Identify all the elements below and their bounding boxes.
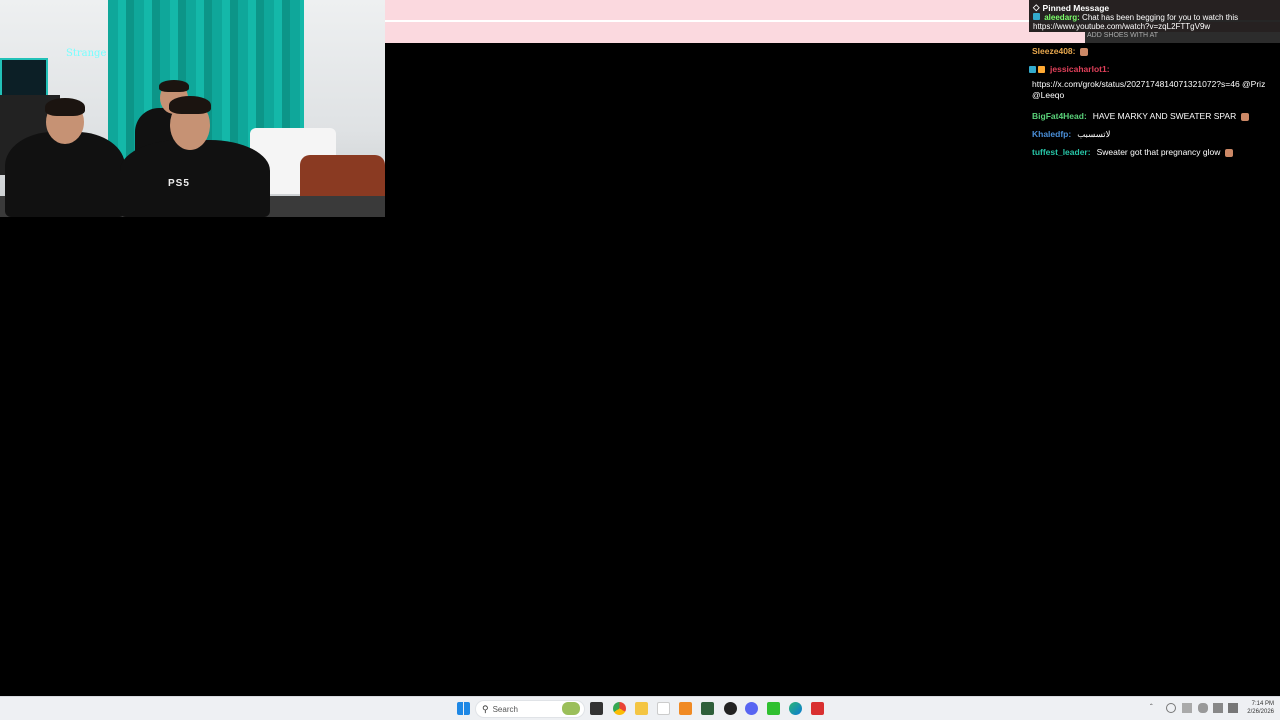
clock-date: 2/26/2026: [1247, 709, 1274, 715]
pinned-header: ◇ Pinned Message: [1033, 2, 1276, 13]
folder-icon[interactable]: [635, 702, 648, 715]
edge-icon[interactable]: [789, 702, 802, 715]
chat-username[interactable]: Sleeze408:: [1029, 45, 1079, 58]
app-red-icon[interactable]: [811, 702, 824, 715]
emote-icon: [1241, 112, 1250, 121]
webcam-overlay: Strange PS5: [0, 0, 385, 217]
chat-text: HAVE MARKY AND SWEATER SPAR: [1089, 110, 1240, 123]
vlc-icon[interactable]: [679, 702, 692, 715]
emote-icon: [1080, 47, 1089, 56]
chat-username[interactable]: BigFat4Head:: [1029, 110, 1090, 123]
clock-time: 7:14 PM: [1251, 701, 1274, 707]
pin-icon: ◇: [1033, 2, 1040, 12]
network-icon[interactable]: [1213, 703, 1223, 713]
widgets-icon[interactable]: [562, 702, 580, 715]
file-manager-icon[interactable]: [590, 702, 603, 715]
chat-message: BigFat4Head: HAVE MARKY AND SWEATER SPAR: [1029, 110, 1250, 123]
chat-text: Sweater got that pregnancy glow: [1093, 146, 1224, 159]
person-back-hair: [159, 80, 189, 92]
person-left-hair: [45, 98, 85, 116]
pinned-message[interactable]: ◇ Pinned Message aleedarg: Chat has been…: [1029, 0, 1280, 32]
discord-icon[interactable]: [745, 702, 758, 715]
chat-text: لاتسسبب: [1074, 128, 1114, 141]
neon-sign: Strange: [66, 48, 107, 59]
taskbar: ⚲ Search ˆ 7:14 PM 2/26/2026: [0, 696, 1280, 720]
chevron-up-icon[interactable]: ˆ: [1150, 703, 1160, 713]
search-icon: ⚲: [482, 703, 489, 714]
app-lime-icon[interactable]: [767, 702, 780, 715]
chat-message: Khaledfp: لاتسسبب: [1029, 128, 1114, 141]
volume-icon[interactable]: [1228, 703, 1238, 713]
usb-icon[interactable]: [1182, 703, 1192, 713]
chat-message: jessicaharlot1:: [1029, 63, 1113, 76]
chat-overlay: ◇ Pinned Message aleedarg: Chat has been…: [1029, 0, 1280, 165]
chat-message: Sleeze408:: [1029, 45, 1089, 58]
chat-text: https://x.com/grok/status/20271748140713…: [1029, 78, 1280, 102]
wall-monitor: [0, 58, 48, 98]
windows-start-icon[interactable]: [457, 702, 470, 715]
app-dark-icon[interactable]: [724, 702, 737, 715]
pinned-overflow: ADD SHOES WITH AT: [1085, 32, 1280, 43]
notepad-icon[interactable]: [657, 702, 670, 715]
badge-icon: [1029, 66, 1036, 73]
pinned-title: Pinned Message: [1042, 2, 1110, 13]
mic-icon[interactable]: [1198, 703, 1208, 713]
app-green-icon[interactable]: [701, 702, 714, 715]
badge-icon: [1038, 66, 1045, 73]
chat-username[interactable]: jessicaharlot1:: [1047, 63, 1113, 76]
sync-icon[interactable]: [1166, 703, 1176, 713]
shirt-logo: PS5: [168, 178, 190, 189]
emote-icon: [1225, 148, 1234, 157]
badge-icon: [1033, 13, 1040, 20]
pinned-user: aleedarg:: [1044, 13, 1080, 22]
chat-username[interactable]: Khaledfp:: [1029, 128, 1075, 141]
clock[interactable]: 7:14 PM 2/26/2026: [1247, 700, 1274, 716]
person-center: [120, 140, 270, 217]
person-left: [5, 132, 125, 217]
chat-username[interactable]: tuffest_leader:: [1029, 146, 1094, 159]
search-placeholder: Search: [492, 704, 518, 714]
chat-message-text: https://x.com/grok/status/20271748140713…: [1029, 78, 1280, 102]
person-center-hair: [169, 96, 211, 114]
pinned-body: aleedarg: Chat has been begging for you …: [1033, 13, 1276, 31]
chat-message: tuffest_leader: Sweater got that pregnan…: [1029, 146, 1234, 159]
chrome-icon[interactable]: [613, 702, 626, 715]
